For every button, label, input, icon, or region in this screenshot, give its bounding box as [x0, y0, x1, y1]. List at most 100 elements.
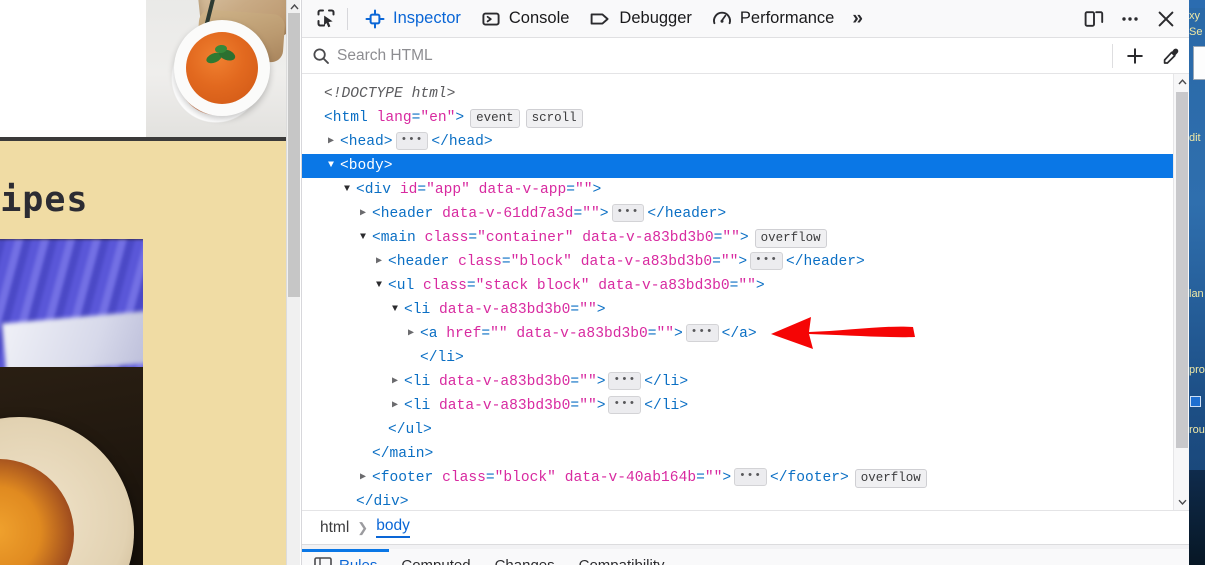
markup-row-content: <footer class="block" data-v-40ab164b=""… [372, 468, 849, 487]
markup-vertical-scrollbar[interactable] [1173, 74, 1189, 510]
markup-row[interactable]: ▶</li> [302, 346, 1173, 370]
markup-row[interactable]: ▶<!DOCTYPE html> [302, 82, 1173, 106]
sidebar-tabs[interactable]: Rules Computed Changes Compatibility [302, 549, 1189, 565]
markup-row[interactable]: ▶</ul> [302, 418, 1173, 442]
twisty-collapsed-icon[interactable]: ▶ [356, 202, 370, 226]
sidebar-tab-computed[interactable]: Computed [389, 549, 482, 565]
markup-row[interactable]: ▼ <main class="container" data-v-a83bd3b0… [302, 226, 1173, 250]
markup-row-content: <li data-v-a83bd3b0=""> ••• </li> [404, 372, 689, 391]
inspected-webpage[interactable]: recipes [0, 0, 286, 565]
markup-row[interactable]: ▶ <footer class="block" data-v-40ab164b="… [302, 466, 1173, 490]
element-picker-icon[interactable] [310, 4, 342, 34]
twisty-collapsed-icon[interactable]: ▶ [388, 394, 402, 418]
twisty-collapsed-icon[interactable]: ▶ [388, 370, 402, 394]
tab-performance[interactable]: Performance [702, 0, 844, 38]
expand-ellipsis-icon[interactable]: ••• [685, 324, 719, 343]
soup-photo [146, 0, 286, 139]
tabs-overflow-chevron-icon[interactable]: » [844, 8, 868, 30]
sliver-text-3: dit [1189, 132, 1201, 144]
sidebar-tab-changes[interactable]: Changes [483, 549, 567, 565]
responsive-design-mode-icon[interactable] [1077, 3, 1111, 35]
scroll-up-icon[interactable] [287, 0, 301, 13]
markup-row-content: </ul> [388, 422, 432, 438]
markup-row[interactable]: ▶ <li data-v-a83bd3b0=""> ••• </li> [302, 394, 1173, 418]
breadcrumb-item-body[interactable]: body [376, 517, 410, 538]
rules-panel-icon [314, 556, 332, 565]
markup-row-content: <header data-v-61dd7a3d=""> ••• </header> [372, 204, 727, 223]
markup-row[interactable]: ▶</main> [302, 442, 1173, 466]
tab-inspector-label: Inspector [393, 9, 461, 27]
twisty-collapsed-icon[interactable]: ▶ [372, 250, 386, 274]
node-badge-scroll[interactable]: scroll [525, 108, 583, 128]
twisty-collapsed-icon[interactable]: ▶ [404, 322, 418, 346]
markup-row[interactable]: ▶ <li data-v-a83bd3b0=""> ••• </li> [302, 370, 1173, 394]
markup-row[interactable]: ▶<html lang="en">eventscroll [302, 106, 1173, 130]
twisty-collapsed-icon[interactable]: ▶ [356, 466, 370, 490]
expand-ellipsis-icon[interactable]: ••• [750, 252, 783, 271]
search-bar [302, 38, 1189, 74]
meatball-menu-icon[interactable] [1113, 3, 1147, 35]
twisty-expanded-icon[interactable]: ▼ [388, 298, 402, 322]
page-vertical-scrollbar[interactable] [286, 0, 300, 565]
markup-row[interactable]: ▶</div> [302, 490, 1173, 510]
dish-photo [0, 239, 143, 565]
add-new-node-icon[interactable] [1117, 39, 1153, 73]
markup-row[interactable]: ▶ <a href="" data-v-a83bd3b0=""> ••• </a> [302, 322, 1173, 346]
twisty-collapsed-icon[interactable]: ▶ [324, 130, 338, 154]
background-window-sliver[interactable]: xy Se dit lan pro rou [1189, 0, 1205, 565]
markup-row-content: <!DOCTYPE html> [324, 86, 456, 102]
tab-debugger-label: Debugger [619, 9, 692, 27]
sidebar-tab-label: Changes [495, 557, 555, 565]
sidebar-tab-rules[interactable]: Rules [302, 549, 390, 565]
twisty-expanded-icon[interactable]: ▼ [372, 274, 386, 298]
twisty-expanded-icon[interactable]: ▼ [340, 178, 354, 202]
tab-performance-label: Performance [739, 9, 835, 27]
markup-row[interactable]: ▶ <head> ••• </head> [302, 130, 1173, 154]
markup-row[interactable]: ▼ <div id="app" data-v-app=""> [302, 178, 1173, 202]
expand-ellipsis-icon[interactable]: ••• [395, 132, 429, 151]
background-window-card [1193, 46, 1205, 80]
twisty-expanded-icon[interactable]: ▼ [356, 226, 370, 250]
eyedropper-icon[interactable] [1153, 39, 1189, 73]
tab-debugger[interactable]: Debugger [579, 0, 701, 38]
search-input[interactable] [337, 46, 1106, 65]
tab-inspector[interactable]: Inspector [355, 0, 471, 38]
markup-row[interactable]: ▼ <li data-v-a83bd3b0=""> [302, 298, 1173, 322]
breadcrumb-item-html[interactable]: html [320, 519, 349, 537]
breadcrumb[interactable]: html ❯ body [302, 510, 1189, 544]
markup-row-selected[interactable]: ▼ <body> [302, 154, 1173, 178]
sidebar-tab-label: Computed [401, 557, 470, 565]
expand-ellipsis-icon[interactable]: ••• [608, 372, 642, 391]
markup-row[interactable]: ▶ <header data-v-61dd7a3d=""> ••• </header> [302, 202, 1173, 226]
search-icon [312, 47, 330, 65]
expand-ellipsis-icon[interactable]: ••• [608, 396, 642, 415]
sliver-text-1: xy [1189, 10, 1200, 22]
tab-console[interactable]: Console [471, 0, 580, 38]
page-title: recipes [0, 180, 89, 220]
page-scrollbar-thumb[interactable] [288, 13, 300, 297]
markup-row-content: <body> [340, 158, 393, 174]
markup-row[interactable]: ▶ <header class="block" data-v-a83bd3b0="… [302, 250, 1173, 274]
expand-ellipsis-icon[interactable]: ••• [611, 204, 645, 223]
node-badge-overflow[interactable]: overflow [854, 468, 927, 488]
sidebar-tab-label: Compatibility [579, 557, 665, 565]
markup-scrollbar-thumb[interactable] [1176, 92, 1188, 448]
markup-row[interactable]: ▼ <ul class="stack block" data-v-a83bd3b0… [302, 274, 1173, 298]
expand-ellipsis-icon[interactable]: ••• [734, 468, 767, 487]
markup-row-content: </main> [372, 446, 434, 462]
markup-row-content: <main class="container" data-v-a83bd3b0=… [372, 230, 749, 246]
sidebar-tab-compatibility[interactable]: Compatibility [567, 549, 677, 565]
markup-tree[interactable]: ▶<!DOCTYPE html>▶<html lang="en">eventsc… [302, 74, 1173, 510]
node-badge-event[interactable]: event [470, 108, 520, 128]
background-window-icon [1190, 396, 1201, 407]
twisty-expanded-icon[interactable]: ▼ [324, 154, 338, 178]
markup-row-content: <html lang="en"> [324, 110, 465, 126]
markup-row-content: <li data-v-a83bd3b0=""> ••• </li> [404, 396, 689, 415]
scroll-up-icon[interactable] [1174, 74, 1189, 90]
scroll-down-icon[interactable] [1174, 494, 1189, 510]
close-icon[interactable] [1149, 3, 1183, 35]
markup-row-content: <div id="app" data-v-app=""> [356, 182, 602, 198]
sidebar-tabs-strip: Rules Computed Changes Compatibility [302, 544, 1189, 565]
markup-row-content: <a href="" data-v-a83bd3b0=""> ••• </a> [420, 324, 757, 343]
node-badge-overflow[interactable]: overflow [754, 228, 827, 248]
